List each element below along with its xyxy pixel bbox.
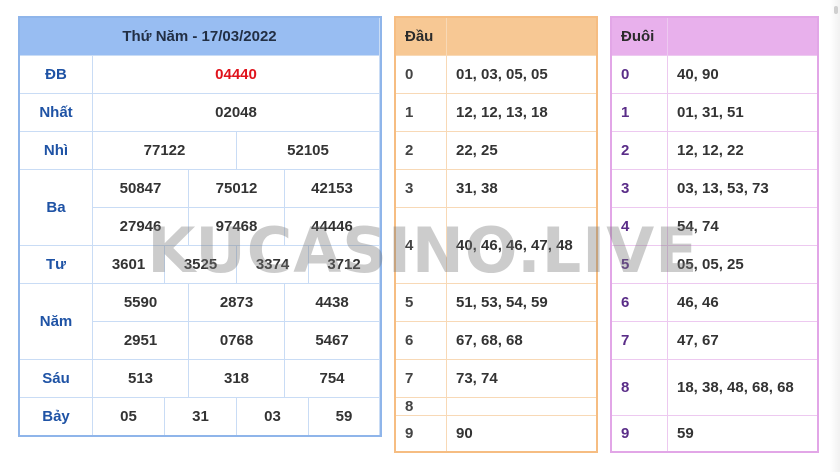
dau-values: 51, 53, 54, 59 [447, 284, 596, 322]
dau-values: 40, 46, 46, 47, 48 [447, 208, 596, 284]
dau-values [447, 398, 596, 416]
dau-values: 73, 74 [447, 360, 596, 398]
prize-value-ba: 75012 [189, 170, 285, 208]
dau-digit: 4 [396, 208, 447, 284]
prize-value-bay: 59 [309, 398, 380, 435]
duoi-digit: 5 [612, 246, 668, 284]
prize-value-nhi: 52105 [237, 132, 380, 170]
dau-table: Đầu 0 01, 03, 05, 05 1 12, 12, 13, 18 2 … [394, 16, 598, 453]
duoi-digit: 7 [612, 322, 668, 360]
prize-label-sau: Sáu [20, 360, 93, 398]
duoi-values: 01, 31, 51 [668, 94, 817, 132]
prize-label-tu: Tư [20, 246, 93, 284]
dau-digit: 1 [396, 94, 447, 132]
dau-values: 67, 68, 68 [447, 322, 596, 360]
dau-header: Đầu [396, 18, 447, 56]
prize-value-ba: 97468 [189, 208, 285, 246]
prize-label-bay: Bảy [20, 398, 93, 435]
prize-value-bay: 31 [165, 398, 237, 435]
scrollbar-thumb[interactable] [834, 6, 838, 14]
duoi-digit: 2 [612, 132, 668, 170]
dau-digit: 0 [396, 56, 447, 94]
prize-value-tu: 3712 [309, 246, 380, 284]
dau-digit: 6 [396, 322, 447, 360]
prize-value-nam: 2951 [93, 322, 189, 360]
prize-value-ba: 50847 [93, 170, 189, 208]
page-scrollbar[interactable] [830, 0, 840, 472]
duoi-values: 46, 46 [668, 284, 817, 322]
prize-value-sau: 513 [93, 360, 189, 398]
prize-label-nhi: Nhì [20, 132, 93, 170]
prize-value-nam: 2873 [189, 284, 285, 322]
duoi-digit: 9 [612, 416, 668, 451]
duoi-table: Đuôi 0 40, 90 1 01, 31, 51 2 12, 12, 22 … [610, 16, 819, 453]
prize-value-tu: 3601 [93, 246, 165, 284]
prize-value-tu: 3525 [165, 246, 237, 284]
dau-values: 90 [456, 424, 473, 442]
prize-value-tu: 3374 [237, 246, 309, 284]
prize-value-nam: 4438 [285, 284, 380, 322]
dau-digit: 8 [396, 398, 447, 416]
duoi-values: 05, 05, 25 [668, 246, 817, 284]
dau-digit: 5 [396, 284, 447, 322]
prize-value-db: 04440 [93, 56, 380, 94]
dau-digit: 9 [396, 416, 447, 451]
prize-value-sau: 318 [189, 360, 285, 398]
duoi-values: 54, 74 [668, 208, 817, 246]
duoi-values: 47, 67 [668, 322, 817, 360]
results-title: Thứ Năm - 17/03/2022 [20, 18, 380, 56]
prize-value-bay: 05 [93, 398, 165, 435]
prize-label-db: ĐB [20, 56, 93, 94]
duoi-digit: 8 [612, 360, 668, 416]
duoi-header: Đuôi [612, 18, 668, 56]
duoi-values: 12, 12, 22 [668, 132, 817, 170]
duoi-values: 03, 13, 53, 73 [668, 170, 817, 208]
dau-values: 01, 03, 05, 05 [447, 56, 596, 94]
prize-label-nhat: Nhất [20, 94, 93, 132]
dau-digit: 3 [396, 170, 447, 208]
duoi-values: 40, 90 [668, 56, 817, 94]
duoi-digit: 1 [612, 94, 668, 132]
duoi-digit: 6 [612, 284, 668, 322]
dau-digit: 2 [396, 132, 447, 170]
prize-value-nam: 5467 [285, 322, 380, 360]
prize-label-nam: Năm [20, 284, 93, 360]
dau-digit: 7 [396, 360, 447, 398]
prize-label-ba: Ba [20, 170, 93, 246]
prize-value-ba: 42153 [285, 170, 380, 208]
results-table: Thứ Năm - 17/03/2022 ĐB 04440 Nhất 02048… [18, 16, 382, 437]
duoi-digit: 0 [612, 56, 668, 94]
duoi-digit: 4 [612, 208, 668, 246]
duoi-digit: 3 [612, 170, 668, 208]
duoi-header-blank [668, 18, 817, 56]
dau-header-blank [447, 18, 596, 56]
dau-values: 22, 25 [447, 132, 596, 170]
prize-value-ba: 44446 [285, 208, 380, 246]
dau-values: 31, 38 [447, 170, 596, 208]
prize-value-nhi: 77122 [93, 132, 237, 170]
prize-value-ba: 27946 [93, 208, 189, 246]
prize-value-bay: 03 [237, 398, 309, 435]
duoi-values: 18, 38, 48, 68, 68 [668, 360, 817, 416]
duoi-values: 59 [677, 424, 694, 442]
dau-values: 12, 12, 13, 18 [447, 94, 596, 132]
prize-value-nam: 5590 [93, 284, 189, 322]
prize-value-nhat: 02048 [93, 94, 380, 132]
prize-value-nam: 0768 [189, 322, 285, 360]
prize-value-sau: 754 [285, 360, 380, 398]
